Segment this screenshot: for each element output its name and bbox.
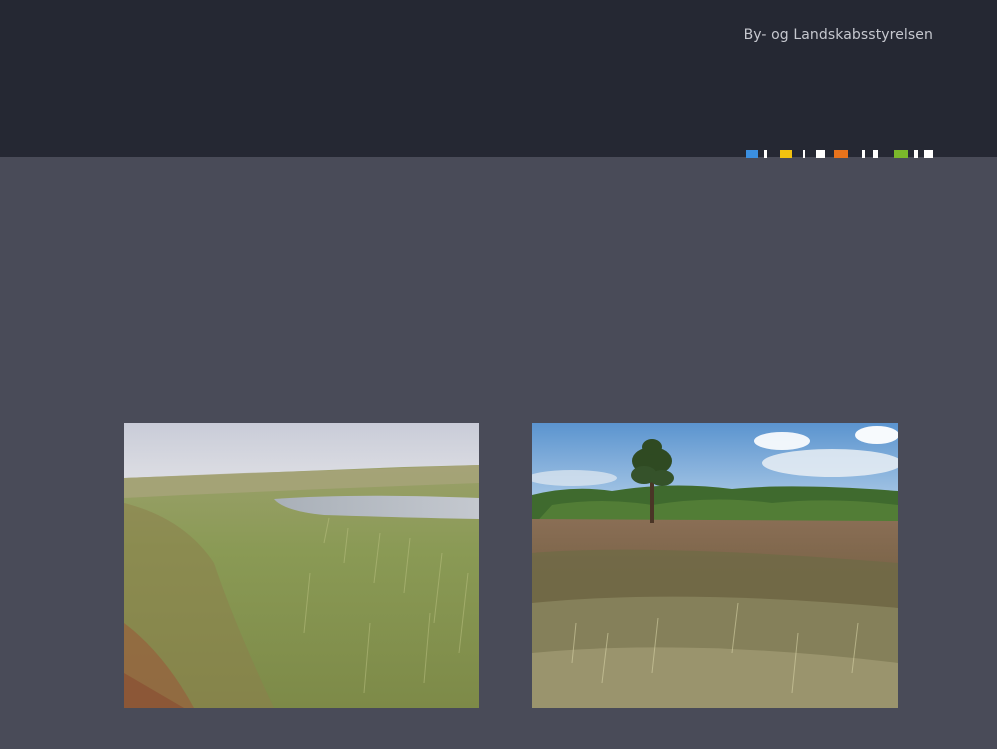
logo-color-strip	[746, 150, 933, 158]
header-bar: By- og Landskabsstyrelsen	[0, 0, 997, 157]
heathland-with-pine-photo	[532, 423, 898, 708]
wet-dune-slack-photo	[124, 423, 479, 708]
organization-name: By- og Landskabsstyrelsen	[743, 27, 933, 43]
